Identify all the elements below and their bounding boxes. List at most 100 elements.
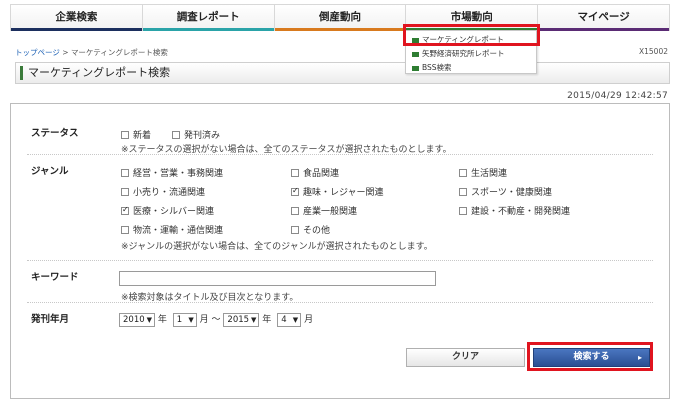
dropdown-item-label: 矢野経済研究所レポート: [422, 49, 505, 58]
checkbox-label: 物流・運輸・通信関連: [133, 226, 224, 236]
bullet-icon: [412, 37, 419, 43]
genre-row: ジャンル 経営・営業・事務関連 食品関連 生活関連 小売り・流通関連 趣味・レジ…: [27, 155, 653, 261]
genre-checkbox[interactable]: 医療・シルバー関連: [121, 204, 214, 217]
year-unit: 年: [157, 315, 167, 325]
checkbox-label: 建設・不動産・開発関連: [471, 207, 571, 217]
nav-underline: [11, 28, 142, 31]
nav-company-search[interactable]: 企業検索: [11, 5, 143, 31]
select-value: 2010: [123, 314, 145, 325]
page-title-text: マーケティングレポート検索: [28, 66, 171, 79]
checkbox-checked-icon[interactable]: [121, 205, 129, 215]
chevron-right-icon: ▸: [637, 353, 642, 362]
genre-checkbox[interactable]: 生活関連: [459, 166, 507, 179]
checkbox-icon[interactable]: [291, 169, 299, 177]
to-month-select[interactable]: 4 ▼: [277, 312, 302, 327]
checkbox-icon[interactable]: [172, 131, 180, 139]
nav-bankruptcy-trends[interactable]: 倒産動向: [274, 5, 407, 31]
nav-label: 市場動向: [450, 11, 493, 23]
keyword-row: キーワード ※検索対象はタイトル及び目次となります。: [27, 261, 653, 303]
genre-note: ※ジャンルの選択がない場合は、全てのジャンルが選択されたものとします。: [121, 242, 433, 252]
checkbox-icon[interactable]: [291, 207, 299, 215]
nav-label: 倒産動向: [318, 11, 361, 23]
genre-checkbox[interactable]: スポーツ・健康関連: [459, 185, 552, 198]
nav-underline: [142, 28, 274, 31]
dropdown-arrow-icon: ▼: [188, 315, 194, 324]
checkbox-label: 食品関連: [303, 169, 340, 179]
nav-underline: [274, 28, 406, 31]
publish-date-row: 発刊年月 2010 ▼ 年 1 ▼ 月 ～ 2015 ▼ 年 4 ▼ 月: [27, 303, 653, 337]
page-code: X15002: [639, 47, 668, 56]
checkbox-label: 産業一般関連: [303, 207, 358, 217]
checkbox-icon[interactable]: [291, 226, 299, 234]
nav-research-report[interactable]: 調査レポート: [142, 5, 275, 31]
bullet-icon: [412, 65, 419, 71]
dropdown-item-marketing-report[interactable]: マーケティングレポート: [406, 33, 536, 47]
checkbox-icon[interactable]: [121, 188, 129, 196]
dropdown-item-yano-report[interactable]: 矢野経済研究所レポート: [406, 47, 536, 61]
checkbox-icon[interactable]: [121, 131, 129, 139]
genre-checkbox[interactable]: その他: [291, 223, 330, 236]
checkbox-icon[interactable]: [459, 207, 467, 215]
breadcrumb-separator: >: [62, 48, 69, 57]
checkbox-label: 生活関連: [471, 169, 508, 179]
publish-date-label: 発刊年月: [31, 314, 70, 325]
status-note: ※ステータスの選択がない場合は、全てのステータスが選択されたものとします。: [121, 145, 452, 155]
bullet-icon: [412, 51, 419, 57]
checkbox-label: 発刊済み: [184, 131, 221, 141]
dropdown-item-label: BSS検索: [422, 63, 452, 72]
dropdown-item-bss-search[interactable]: BSS検索: [406, 61, 536, 75]
date-range: 2010 ▼ 年 1 ▼ 月 ～ 2015 ▼ 年 4 ▼ 月: [119, 312, 313, 327]
select-value: 4: [281, 314, 287, 325]
status-row: ステータス 新着 発刊済み ※ステータスの選択がない場合は、全てのステータスが選…: [27, 118, 653, 155]
status-checkbox-published[interactable]: 発刊済み: [172, 128, 220, 141]
checkbox-icon[interactable]: [121, 169, 129, 177]
nav-label: 調査レポート: [176, 11, 240, 23]
range-tilde: ～: [211, 315, 221, 325]
from-month-select[interactable]: 1 ▼: [172, 312, 197, 327]
checkbox-icon[interactable]: [459, 188, 467, 196]
genre-checkbox[interactable]: 経営・営業・事務関連: [121, 166, 223, 179]
genre-checkbox[interactable]: 産業一般関連: [291, 204, 357, 217]
breadcrumb-home-link[interactable]: トップページ: [15, 48, 60, 57]
nav-label: 企業検索: [55, 11, 98, 23]
select-value: 2015: [227, 314, 250, 325]
nav-underline: [538, 28, 669, 31]
checkbox-label: その他: [303, 226, 331, 236]
nav-my-page[interactable]: マイページ: [538, 5, 669, 31]
month-unit: 月: [304, 315, 314, 325]
genre-checkbox[interactable]: 食品関連: [291, 166, 339, 179]
page-title: マーケティングレポート検索: [15, 62, 670, 84]
status-checkbox-new[interactable]: 新着: [121, 128, 151, 141]
breadcrumb: トップページ > マーケティングレポート検索: [15, 47, 168, 58]
checkbox-icon[interactable]: [459, 169, 467, 177]
search-button-label: 検索する: [573, 352, 610, 362]
genre-checkbox[interactable]: 小売り・流通関連: [121, 185, 205, 198]
genre-checkbox[interactable]: 物流・運輸・通信関連: [121, 223, 223, 236]
dropdown-arrow-icon: ▼: [292, 315, 299, 324]
keyword-input[interactable]: [119, 271, 436, 286]
from-year-select[interactable]: 2010 ▼: [119, 312, 155, 327]
nav-label: マイページ: [577, 11, 630, 23]
checkbox-icon[interactable]: [121, 226, 129, 234]
keyword-label: キーワード: [31, 272, 79, 283]
checkbox-label: スポーツ・健康関連: [471, 188, 552, 198]
dropdown-arrow-icon: ▼: [146, 315, 152, 324]
checkbox-checked-icon[interactable]: [291, 186, 299, 196]
global-nav: 企業検索 調査レポート 倒産動向 市場動向 マイページ: [10, 4, 670, 31]
breadcrumb-current: マーケティングレポート検索: [70, 48, 168, 57]
search-form-panel: ステータス 新着 発刊済み ※ステータスの選択がない場合は、全てのステータスが選…: [10, 103, 670, 399]
genre-checkbox[interactable]: 趣味・レジャー関連: [291, 185, 384, 198]
checkbox-label: 医療・シルバー関連: [133, 207, 215, 217]
month-unit: 月: [199, 315, 209, 325]
keyword-note: ※検索対象はタイトル及び目次となります。: [121, 293, 299, 303]
checkbox-label: 小売り・流通関連: [133, 188, 206, 198]
clear-button-label: クリア: [451, 352, 479, 362]
market-trends-dropdown: マーケティングレポート 矢野経済研究所レポート BSS検索: [405, 30, 537, 74]
to-year-select[interactable]: 2015 ▼: [223, 312, 260, 327]
select-value: 1: [176, 314, 183, 325]
year-unit: 年: [262, 315, 272, 325]
genre-checkbox[interactable]: 建設・不動産・開発関連: [459, 204, 570, 217]
nav-market-trends[interactable]: 市場動向: [406, 5, 539, 31]
search-button[interactable]: 検索する ▸: [533, 348, 650, 367]
clear-button[interactable]: クリア: [406, 348, 525, 367]
